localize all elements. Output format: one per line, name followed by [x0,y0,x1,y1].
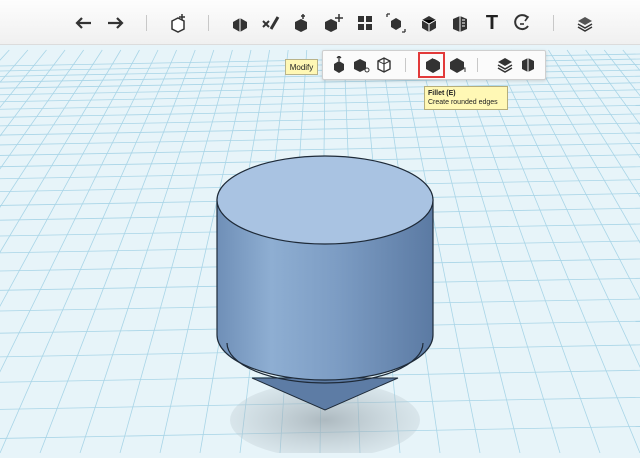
snap-button[interactable] [511,13,533,33]
toolbar-divider [208,15,209,31]
material-icon [577,17,593,32]
main-toolbar: T [0,0,640,45]
fillet-tooltip: Fillet (E) Create rounded edges [424,86,508,110]
shell-icon [522,58,534,72]
chamfer-button[interactable] [448,56,466,74]
submenu-divider [477,58,478,72]
modify-icon [295,14,307,32]
submenu-divider [405,58,406,72]
grouping-button[interactable] [385,13,407,33]
fillet-highlight-box [418,52,445,78]
text-tool-button[interactable]: T [481,11,503,34]
tweak-button[interactable] [352,56,370,74]
add-primitive-button[interactable] [167,13,189,33]
split-face-icon [377,57,391,73]
redo-icon [108,17,124,29]
measure-button[interactable] [449,13,471,33]
press-pull-icon [334,56,344,73]
transform-button[interactable] [322,13,344,33]
snap-icon [514,14,530,31]
undo-button[interactable] [73,13,95,33]
shell-button[interactable] [519,56,537,74]
combine-button[interactable] [418,13,440,33]
transform-icon [325,14,343,32]
grouping-icon [386,13,406,33]
toolbar-divider [146,15,147,31]
tooltip-title: Fillet (E) [428,90,456,97]
tweak-icon [354,59,370,73]
cylinder-top-face[interactable] [216,155,434,245]
redo-button[interactable] [104,13,126,33]
modify-button[interactable] [290,13,312,33]
measure-icon [453,16,467,32]
text-icon: T [485,11,499,34]
toolbar-divider [553,15,554,31]
chamfer-icon [450,58,466,73]
sketch-button[interactable] [229,13,251,33]
add-primitive-icon [171,14,185,33]
tooltip-description: Create rounded edges [428,99,498,106]
split-face-button[interactable] [375,56,393,74]
press-pull-button[interactable] [330,56,348,74]
pattern-icon [358,16,372,30]
construct-button[interactable] [259,13,281,33]
pattern-button[interactable] [354,13,376,33]
split-solid-icon [497,58,513,73]
undo-icon [75,17,91,29]
combine-icon [421,16,437,32]
split-solid-button[interactable] [496,56,514,74]
construct-icon [262,16,280,30]
modify-label: Modify [285,59,318,75]
material-button[interactable] [574,13,596,33]
sketch-icon [233,18,247,32]
